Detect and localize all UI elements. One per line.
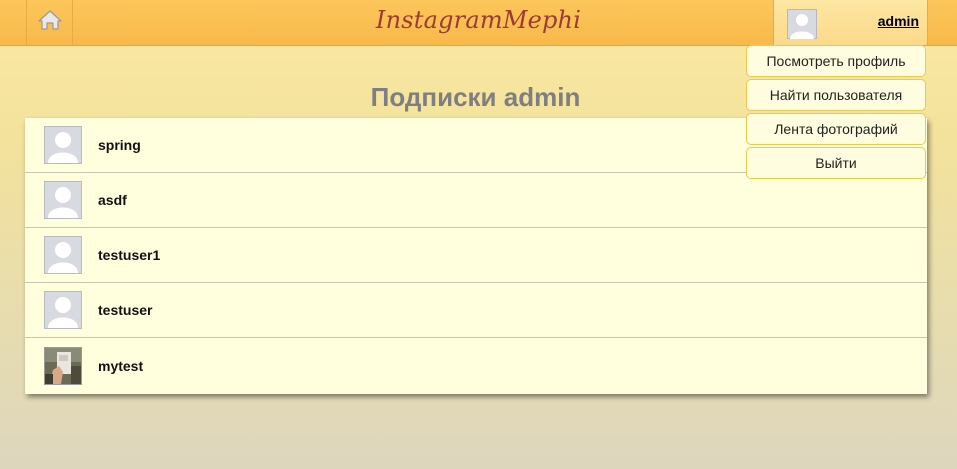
username-label[interactable]: spring [98,137,141,153]
user-dropdown-menu: Посмотреть профиль Найти пользователя Ле… [746,45,926,181]
username-label[interactable]: asdf [98,192,127,208]
user-menu-toggle[interactable]: admin [773,0,928,45]
logout-menu-item[interactable]: Выйти [746,147,926,179]
current-user-link[interactable]: admin [878,13,919,29]
photo-avatar[interactable] [44,346,82,385]
username-label[interactable]: testuser1 [98,247,160,263]
view-profile-menu-item[interactable]: Посмотреть профиль [746,45,926,77]
default-avatar-icon[interactable] [44,291,82,329]
default-avatar-icon[interactable] [44,236,82,274]
photo-feed-menu-item[interactable]: Лента фотографий [746,113,926,145]
top-bar: InstagramMephi admin [0,0,957,46]
default-avatar-icon[interactable] [44,181,82,219]
list-item[interactable]: testuser1 [25,228,927,283]
list-item[interactable]: mytest [25,338,927,393]
user-avatar [787,9,817,44]
username-label[interactable]: mytest [98,358,143,374]
list-item[interactable]: asdf [25,173,927,228]
username-label[interactable]: testuser [98,302,152,318]
list-item[interactable]: testuser [25,283,927,338]
default-avatar-icon[interactable] [44,126,82,164]
find-user-menu-item[interactable]: Найти пользователя [746,79,926,111]
